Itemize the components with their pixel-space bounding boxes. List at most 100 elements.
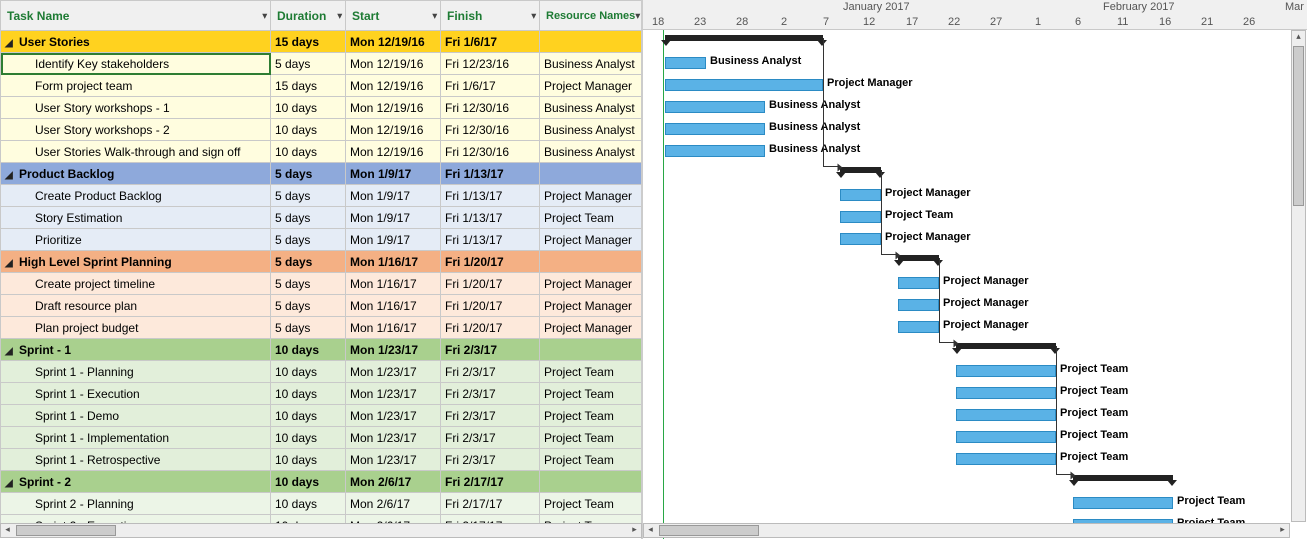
duration-cell[interactable]: 5 days [271,207,346,229]
duration-cell[interactable]: 10 days [271,141,346,163]
duration-cell[interactable]: 10 days [271,471,346,493]
task-name-cell[interactable]: Sprint 1 - Implementation [1,427,271,449]
duration-cell[interactable]: 10 days [271,405,346,427]
duration-cell[interactable]: 5 days [271,317,346,339]
resource-cell[interactable]: Project Manager [540,317,644,339]
resource-cell[interactable]: Project Manager [540,229,644,251]
collapse-icon[interactable]: ◢ [5,38,13,49]
table-row[interactable]: ◢High Level Sprint Planning5 daysMon 1/1… [1,251,644,273]
resource-cell[interactable] [540,339,644,361]
scroll-right-icon[interactable]: ▸ [1276,524,1289,537]
duration-cell[interactable]: 5 days [271,273,346,295]
resource-cell[interactable]: Project Team [540,405,644,427]
duration-cell[interactable]: 10 days [271,339,346,361]
table-row[interactable]: ◢Sprint - 210 daysMon 2/6/17Fri 2/17/17 [1,471,644,493]
start-cell[interactable]: Mon 1/9/17 [346,229,441,251]
task-bar[interactable] [898,299,939,311]
finish-cell[interactable]: Fri 2/3/17 [441,427,540,449]
table-row[interactable]: User Story workshops - 110 daysMon 12/19… [1,97,644,119]
table-row[interactable]: Plan project budget5 daysMon 1/16/17Fri … [1,317,644,339]
resource-cell[interactable] [540,471,644,493]
resource-cell[interactable]: Business Analyst [540,53,644,75]
finish-cell[interactable]: Fri 1/13/17 [441,207,540,229]
collapse-icon[interactable]: ◢ [5,478,13,489]
duration-cell[interactable]: 5 days [271,53,346,75]
task-name-cell[interactable]: User Stories Walk-through and sign off [1,141,271,163]
collapse-icon[interactable]: ◢ [5,170,13,181]
task-name-cell[interactable]: Sprint 2 - Planning [1,493,271,515]
summary-bar[interactable] [840,167,881,173]
resource-cell[interactable]: Project Manager [540,75,644,97]
finish-cell[interactable]: Fri 2/3/17 [441,449,540,471]
task-bar[interactable] [840,233,881,245]
start-cell[interactable]: Mon 1/23/17 [346,405,441,427]
start-cell[interactable]: Mon 12/19/16 [346,31,441,53]
start-cell[interactable]: Mon 2/6/17 [346,471,441,493]
duration-cell[interactable]: 10 days [271,383,346,405]
start-cell[interactable]: Mon 1/9/17 [346,207,441,229]
start-cell[interactable]: Mon 12/19/16 [346,53,441,75]
start-cell[interactable]: Mon 1/23/17 [346,361,441,383]
gantt-h-scrollbar[interactable]: ◂ ▸ [643,523,1290,538]
col-resource[interactable]: Resource Names ▾ [540,1,644,31]
task-bar[interactable] [665,123,765,135]
chevron-down-icon[interactable]: ▾ [432,10,437,21]
start-cell[interactable]: Mon 1/23/17 [346,449,441,471]
resource-cell[interactable] [540,31,644,53]
task-name-cell[interactable]: Prioritize [1,229,271,251]
finish-cell[interactable]: Fri 1/6/17 [441,75,540,97]
task-bar[interactable] [956,431,1056,443]
task-name-cell[interactable]: Sprint 1 - Planning [1,361,271,383]
task-bar[interactable] [956,409,1056,421]
resource-cell[interactable] [540,251,644,273]
table-row[interactable]: User Stories Walk-through and sign off10… [1,141,644,163]
resource-cell[interactable]: Project Team [540,449,644,471]
chevron-down-icon[interactable]: ▾ [262,10,267,21]
start-cell[interactable]: Mon 1/16/17 [346,251,441,273]
duration-cell[interactable]: 10 days [271,97,346,119]
resource-cell[interactable]: Project Manager [540,273,644,295]
resource-cell[interactable]: Business Analyst [540,97,644,119]
finish-cell[interactable]: Fri 1/13/17 [441,229,540,251]
table-row[interactable]: Draft resource plan5 daysMon 1/16/17Fri … [1,295,644,317]
duration-cell[interactable]: 5 days [271,251,346,273]
resource-cell[interactable]: Business Analyst [540,119,644,141]
start-cell[interactable]: Mon 1/16/17 [346,295,441,317]
duration-cell[interactable]: 5 days [271,295,346,317]
scroll-left-icon[interactable]: ◂ [644,524,657,537]
resource-cell[interactable]: Business Analyst [540,141,644,163]
start-cell[interactable]: Mon 1/9/17 [346,163,441,185]
finish-cell[interactable]: Fri 12/30/16 [441,119,540,141]
resource-cell[interactable]: Project Team [540,207,644,229]
duration-cell[interactable]: 10 days [271,361,346,383]
duration-cell[interactable]: 10 days [271,119,346,141]
start-cell[interactable]: Mon 12/19/16 [346,75,441,97]
duration-cell[interactable]: 5 days [271,163,346,185]
chevron-down-icon[interactable]: ▾ [635,10,640,21]
start-cell[interactable]: Mon 1/16/17 [346,273,441,295]
summary-bar[interactable] [956,343,1056,349]
finish-cell[interactable]: Fri 12/30/16 [441,97,540,119]
table-row[interactable]: Create project timeline5 daysMon 1/16/17… [1,273,644,295]
table-row[interactable]: Sprint 1 - Implementation10 daysMon 1/23… [1,427,644,449]
duration-cell[interactable]: 10 days [271,449,346,471]
task-bar[interactable] [840,211,881,223]
task-name-cell[interactable]: ◢Sprint - 1 [1,339,271,361]
table-row[interactable]: ◢Sprint - 110 daysMon 1/23/17Fri 2/3/17 [1,339,644,361]
duration-cell[interactable]: 10 days [271,493,346,515]
finish-cell[interactable]: Fri 2/17/17 [441,471,540,493]
start-cell[interactable]: Mon 1/23/17 [346,383,441,405]
task-name-cell[interactable]: Identify Key stakeholders [1,53,271,75]
col-duration[interactable]: Duration ▾ [271,1,346,31]
task-name-cell[interactable]: Sprint 1 - Retrospective [1,449,271,471]
task-bar[interactable] [665,145,765,157]
table-row[interactable]: Sprint 1 - Execution10 daysMon 1/23/17Fr… [1,383,644,405]
task-name-cell[interactable]: Sprint 1 - Demo [1,405,271,427]
scroll-up-icon[interactable]: ▴ [1292,31,1305,44]
duration-cell[interactable]: 10 days [271,427,346,449]
summary-bar[interactable] [1073,475,1173,481]
task-name-cell[interactable]: ◢High Level Sprint Planning [1,251,271,273]
finish-cell[interactable]: Fri 12/30/16 [441,141,540,163]
task-name-cell[interactable]: Sprint 1 - Execution [1,383,271,405]
task-name-cell[interactable]: Story Estimation [1,207,271,229]
